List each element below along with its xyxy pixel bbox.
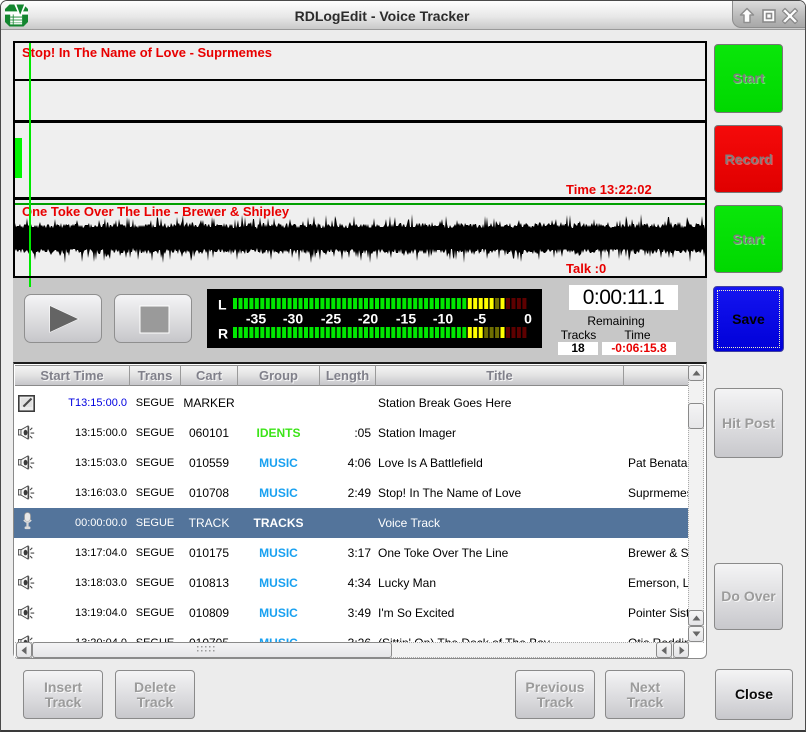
- svg-text:-5: -5: [474, 311, 487, 327]
- svg-text:-10: -10: [433, 311, 453, 327]
- svg-text:-30: -30: [283, 311, 303, 327]
- svg-text:0: 0: [524, 311, 532, 327]
- svg-text:-35: -35: [246, 311, 266, 327]
- svg-text:-20: -20: [358, 311, 378, 327]
- svg-text:L: L: [218, 297, 227, 313]
- svg-text:-15: -15: [396, 311, 416, 327]
- svg-text:-25: -25: [321, 311, 341, 327]
- svg-text:R: R: [218, 326, 228, 342]
